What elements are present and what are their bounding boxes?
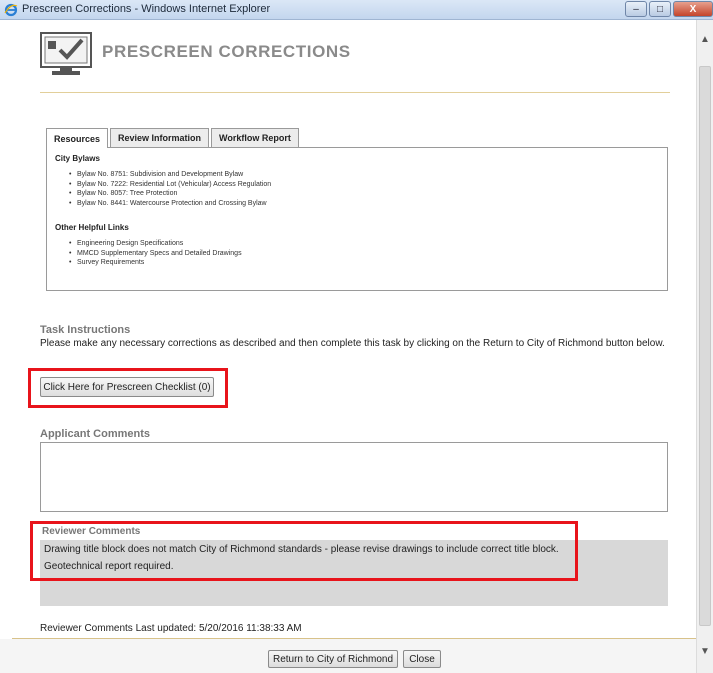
page-title: PRESCREEN CORRECTIONS bbox=[102, 42, 351, 61]
close-window-button[interactable]: X bbox=[673, 1, 713, 17]
resource-tabs: Resources Review Information Workflow Re… bbox=[46, 128, 301, 148]
window-title: Prescreen Corrections - Windows Internet… bbox=[22, 3, 271, 15]
maximize-button[interactable]: □ bbox=[649, 1, 671, 17]
vertical-scrollbar[interactable]: ▲ ▼ bbox=[696, 20, 713, 673]
tab-workflow-report[interactable]: Workflow Report bbox=[211, 128, 299, 147]
applicant-comments-heading: Applicant Comments bbox=[40, 428, 151, 440]
header-divider bbox=[40, 92, 670, 93]
return-to-city-button[interactable]: Return to City of Richmond bbox=[268, 650, 398, 668]
bylaw-link[interactable]: Bylaw No. 8441: Watercourse Protection a… bbox=[69, 199, 659, 209]
helpful-link[interactable]: MMCD Supplementary Specs and Detailed Dr… bbox=[69, 249, 659, 259]
helpful-link[interactable]: Survey Requirements bbox=[69, 258, 659, 268]
scrollbar-thumb[interactable] bbox=[699, 66, 711, 626]
task-instructions-heading: Task Instructions bbox=[40, 324, 131, 336]
tab-resources[interactable]: Resources bbox=[46, 128, 109, 148]
applicant-comments-field[interactable] bbox=[40, 442, 668, 512]
internet-explorer-icon bbox=[4, 3, 18, 17]
reviewer-comments-updated: Reviewer Comments Last updated: 5/20/201… bbox=[40, 623, 302, 634]
other-links-list: Engineering Design Specifications MMCD S… bbox=[55, 239, 659, 268]
prescreen-checklist-button[interactable]: Click Here for Prescreen Checklist (0) bbox=[40, 377, 214, 397]
resources-panel: City Bylaws Bylaw No. 8751: Subdivision … bbox=[46, 147, 668, 291]
monitor-checklist-icon bbox=[40, 32, 92, 75]
scroll-down-icon[interactable]: ▼ bbox=[700, 646, 710, 657]
city-bylaws-heading: City Bylaws bbox=[55, 154, 100, 163]
task-instructions-text: Please make any necessary corrections as… bbox=[40, 338, 665, 349]
bylaw-link[interactable]: Bylaw No. 8751: Subdivision and Developm… bbox=[69, 170, 659, 180]
other-links-heading: Other Helpful Links bbox=[55, 223, 129, 232]
window-titlebar: Prescreen Corrections - Windows Internet… bbox=[0, 0, 713, 20]
minimize-button[interactable]: – bbox=[625, 1, 647, 17]
reviewer-comments-highlight bbox=[30, 521, 578, 581]
city-bylaws-list: Bylaw No. 8751: Subdivision and Developm… bbox=[55, 170, 659, 208]
window-controls: – □ X bbox=[623, 1, 713, 17]
bylaw-link[interactable]: Bylaw No. 7222: Residential Lot (Vehicul… bbox=[69, 180, 659, 190]
bylaw-link[interactable]: Bylaw No. 8057: Tree Protection bbox=[69, 189, 659, 199]
tab-review-information[interactable]: Review Information bbox=[110, 128, 210, 147]
close-button[interactable]: Close bbox=[403, 650, 441, 668]
helpful-link[interactable]: Engineering Design Specifications bbox=[69, 239, 659, 249]
scroll-up-icon[interactable]: ▲ bbox=[700, 34, 710, 45]
